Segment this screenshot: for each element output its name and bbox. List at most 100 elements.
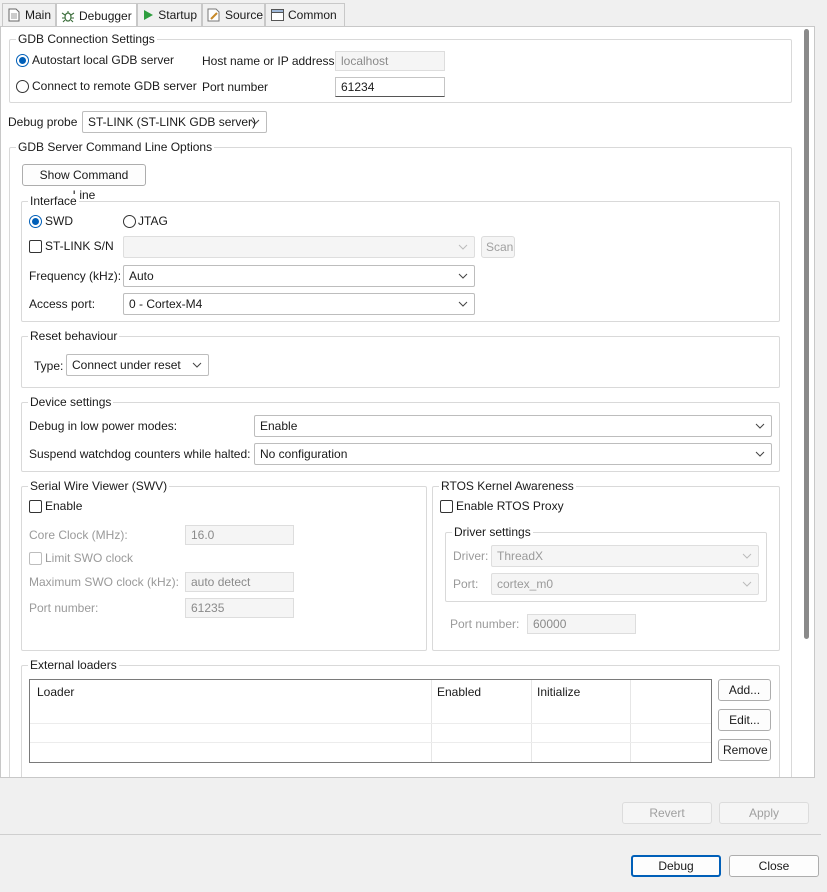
chevron-down-icon — [458, 298, 468, 310]
core-clock-input[interactable]: 16.0 — [185, 525, 294, 545]
column-divider — [431, 680, 432, 762]
tab-label: Main — [24, 8, 51, 22]
frequency-label: Frequency (kHz): — [29, 269, 122, 283]
driver-select[interactable]: ThreadX — [491, 545, 759, 567]
jtag-radio[interactable] — [123, 215, 136, 228]
footer-separator — [0, 834, 821, 835]
group-title: Reset behaviour — [28, 329, 120, 343]
limit-swo-checkbox[interactable] — [29, 552, 42, 565]
source-icon — [207, 8, 221, 22]
max-swo-label: Maximum SWO clock (kHz): — [29, 575, 179, 589]
reset-type-select[interactable]: Connect under reset — [66, 354, 209, 376]
max-swo-input[interactable]: auto detect — [185, 572, 294, 592]
low-power-label: Debug in low power modes: — [29, 419, 178, 433]
add-loader-button[interactable]: Add... — [718, 679, 771, 701]
column-divider — [531, 680, 532, 762]
remote-radio[interactable] — [16, 80, 29, 93]
group-title: Device settings — [28, 395, 114, 409]
debug-button[interactable]: Debug — [631, 855, 721, 877]
column-header-initialize[interactable]: Initialize — [537, 685, 580, 699]
debugger-panel: GDB Connection Settings Autostart local … — [0, 26, 815, 778]
tab-label: Source — [225, 8, 264, 22]
access-port-select[interactable]: 0 - Cortex-M4 — [123, 293, 475, 315]
tab-label: Debugger — [79, 8, 132, 23]
watchdog-select[interactable]: No configuration — [254, 443, 772, 465]
row-divider — [30, 723, 711, 724]
reset-type-label: Type: — [34, 359, 64, 373]
rtos-port-label: Port: — [453, 577, 479, 591]
tab-main[interactable]: Main — [2, 3, 56, 26]
bug-icon — [61, 9, 75, 23]
rtos-enable-checkbox[interactable] — [440, 500, 453, 513]
host-input[interactable]: localhost — [335, 51, 445, 71]
edit-loader-button[interactable]: Edit... — [718, 709, 771, 731]
chevron-down-icon — [250, 116, 260, 128]
driver-label: Driver: — [453, 549, 489, 563]
tab-label: Startup — [158, 8, 197, 22]
loaders-table[interactable]: Loader Enabled Initialize — [29, 679, 712, 763]
frequency-value: Auto — [129, 269, 154, 283]
tab-label: Common — [288, 8, 337, 22]
rtos-enable-label: Enable RTOS Proxy — [456, 499, 564, 513]
row-divider — [30, 742, 711, 743]
low-power-value: Enable — [260, 419, 298, 433]
watchdog-label: Suspend watchdog counters while halted: — [29, 447, 251, 461]
limit-swo-label: Limit SWO clock — [45, 551, 134, 565]
driver-value: ThreadX — [497, 549, 544, 563]
group-title: Driver settings — [452, 525, 533, 539]
stlink-sn-checkbox[interactable] — [29, 240, 42, 253]
revert-button[interactable]: Revert — [622, 802, 712, 824]
debug-probe-select[interactable]: ST-LINK (ST-LINK GDB server) — [82, 111, 267, 133]
rtos-port-number-input[interactable]: 60000 — [527, 614, 636, 634]
chevron-down-icon — [192, 359, 202, 371]
swv-port-label: Port number: — [29, 601, 99, 615]
tab-startup[interactable]: Startup — [137, 3, 202, 26]
frequency-select[interactable]: Auto — [123, 265, 475, 287]
remote-label: Connect to remote GDB server — [32, 79, 197, 93]
tab-debugger[interactable]: Debugger — [56, 3, 137, 27]
autostart-radio[interactable] — [16, 54, 29, 67]
reset-type-value: Connect under reset — [72, 358, 181, 372]
stlink-sn-select[interactable] — [123, 236, 475, 258]
column-header-loader[interactable]: Loader — [37, 685, 74, 699]
debug-probe-value: ST-LINK (ST-LINK GDB server) — [88, 115, 257, 129]
debug-probe-label: Debug probe — [8, 115, 78, 129]
access-port-value: 0 - Cortex-M4 — [129, 297, 203, 311]
port-input[interactable]: 61234 — [335, 77, 445, 97]
stlink-sn-label: ST-LINK S/N — [45, 239, 114, 253]
port-label: Port number — [202, 80, 269, 94]
core-clock-label: Core Clock (MHz): — [29, 528, 128, 542]
column-header-enabled[interactable]: Enabled — [437, 685, 481, 699]
chevron-down-icon — [742, 578, 752, 590]
chevron-down-icon — [458, 241, 468, 253]
chevron-down-icon — [742, 550, 752, 562]
close-button[interactable]: Close — [729, 855, 819, 877]
swd-label: SWD — [45, 214, 73, 228]
swv-port-input[interactable]: 61235 — [185, 598, 294, 618]
host-label: Host name or IP address — [202, 54, 335, 68]
column-divider — [630, 680, 631, 762]
document-icon — [7, 8, 21, 22]
tab-common[interactable]: Common — [265, 3, 345, 26]
swd-radio[interactable] — [29, 215, 42, 228]
access-port-label: Access port: — [29, 297, 96, 311]
group-title: RTOS Kernel Awareness — [439, 479, 576, 493]
low-power-select[interactable]: Enable — [254, 415, 772, 437]
group-title: GDB Server Command Line Options — [16, 140, 215, 154]
swv-enable-checkbox[interactable] — [29, 500, 42, 513]
apply-button[interactable]: Apply — [719, 802, 809, 824]
play-icon — [142, 8, 154, 22]
watchdog-value: No configuration — [260, 447, 348, 461]
remove-loader-button[interactable]: Remove — [718, 739, 771, 761]
rtos-port-value: cortex_m0 — [497, 577, 554, 591]
vertical-scrollbar[interactable] — [804, 29, 809, 639]
show-command-line-button[interactable]: Show Command Line — [22, 164, 146, 202]
group-title: GDB Connection Settings — [16, 32, 157, 46]
window-icon — [270, 8, 284, 22]
scan-button[interactable]: Scan — [481, 236, 515, 258]
autostart-label: Autostart local GDB server — [32, 53, 175, 67]
tab-source[interactable]: Source — [202, 3, 265, 26]
rtos-port-number-label: Port number: — [450, 617, 520, 631]
rtos-port-select[interactable]: cortex_m0 — [491, 573, 759, 595]
tab-bar: Main Debugger Startup Source Common — [0, 3, 815, 27]
